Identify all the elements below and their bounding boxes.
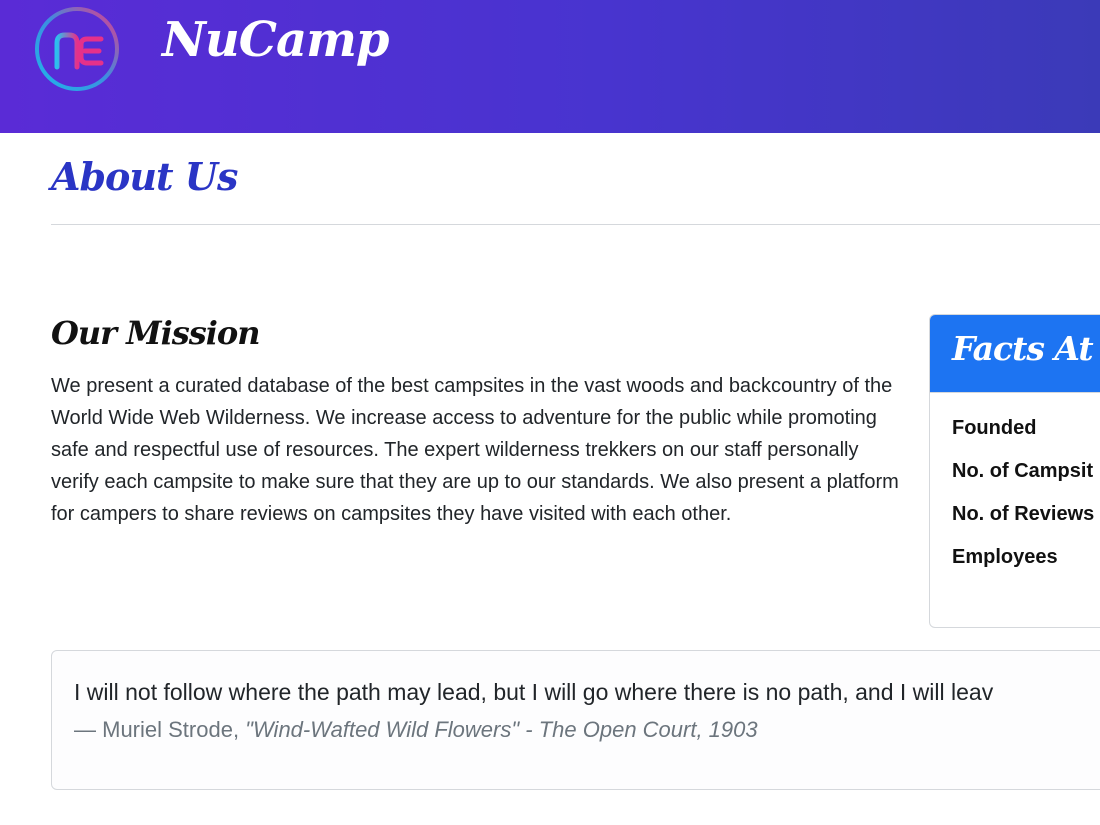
- fact-item-reviews: No. of Reviews: [952, 503, 1095, 525]
- quote-footer: — Muriel Strode, "Wind-Wafted Wild Flowe…: [74, 717, 758, 743]
- facts-card-header: Facts At a: [930, 315, 1100, 393]
- mission-text: We present a curated database of the bes…: [51, 375, 899, 525]
- quote-author: — Muriel Strode,: [74, 717, 246, 742]
- brand-name[interactable]: NuCamp: [162, 12, 389, 68]
- quote-card: I will not follow where the path may lea…: [51, 650, 1100, 790]
- quote-source: "Wind-Wafted Wild Flowers" - The Open Co…: [245, 717, 758, 742]
- fact-item-campsites: No. of Campsit: [952, 460, 1094, 482]
- nucamp-logo-icon[interactable]: [33, 5, 121, 93]
- facts-card: Facts At a Founded No. of Campsit No. of…: [929, 314, 1100, 628]
- title-divider: [51, 224, 1100, 225]
- fact-item-employees: Employees: [952, 546, 1058, 568]
- site-header: NuCamp: [0, 0, 1100, 133]
- fact-item-founded: Founded: [952, 417, 1037, 439]
- page-title: About Us: [51, 154, 238, 199]
- mission-heading: Our Mission: [51, 314, 261, 352]
- quote-text: I will not follow where the path may lea…: [74, 679, 994, 705]
- facts-list: Founded No. of Campsit No. of Reviews Em…: [930, 393, 1100, 589]
